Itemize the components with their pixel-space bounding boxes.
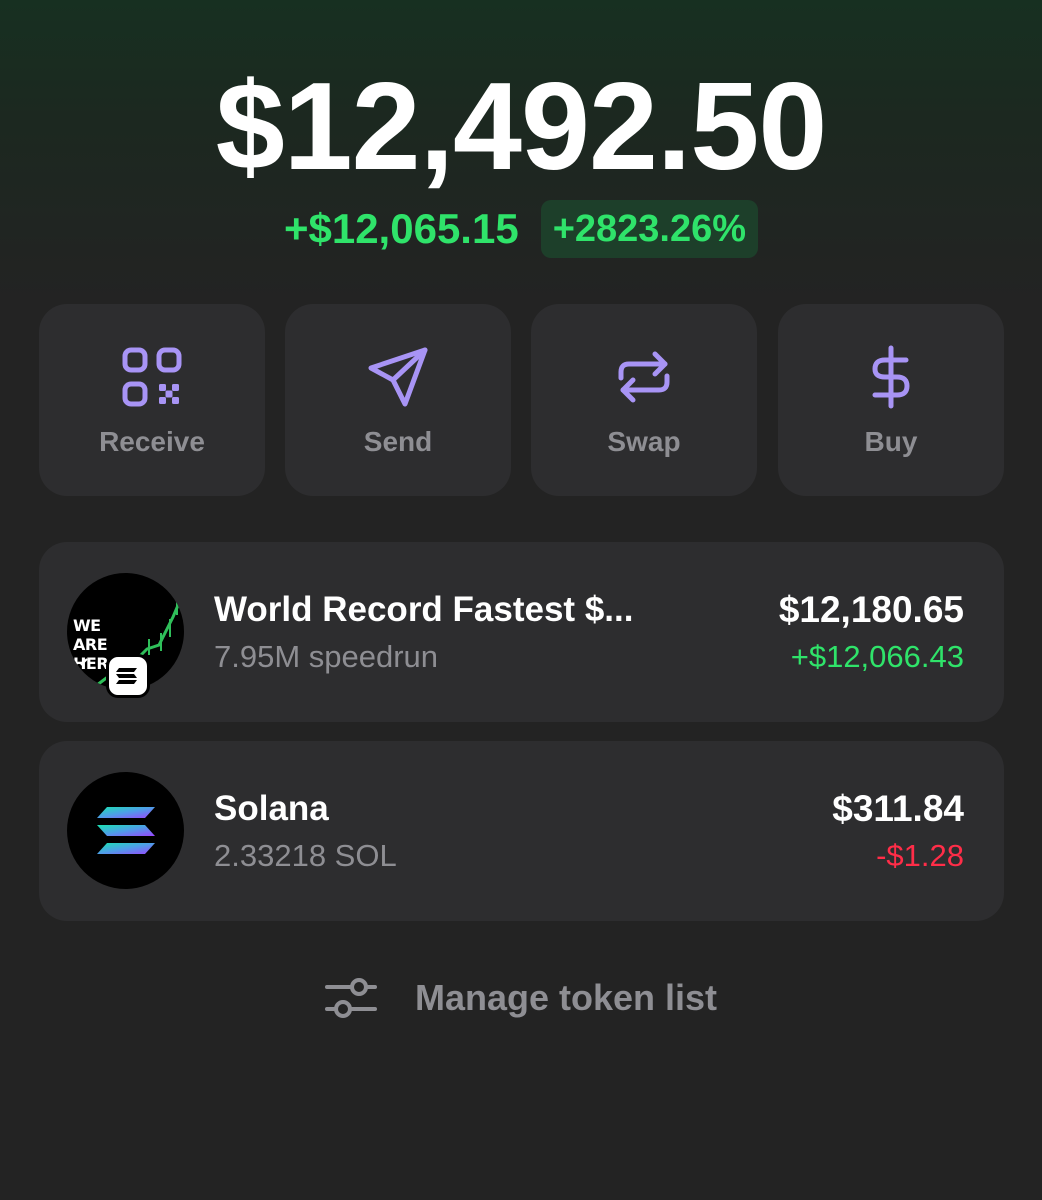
- solana-chain-badge-icon: [106, 654, 150, 698]
- send-label: Send: [363, 426, 433, 457]
- portfolio-change: +$12,065.15 +2823.26%: [0, 200, 1042, 258]
- solana-logo-icon: [67, 772, 184, 889]
- portfolio-change-percent: +2823.26%: [540, 200, 759, 258]
- token-delta: -$1.28: [876, 838, 964, 873]
- action-buttons: Receive Send Swap Buy: [39, 304, 1004, 496]
- token-name: World Record Fastest $...: [214, 590, 634, 629]
- token-row-speedrun[interactable]: WE ARE HERE World Record Fastest $... 7.…: [39, 542, 1004, 722]
- token-delta: +$12,066.43: [790, 639, 964, 674]
- swap-button[interactable]: Swap: [531, 304, 757, 496]
- qr-code-icon: [122, 347, 182, 407]
- send-arrow-icon: [368, 347, 428, 407]
- buy-button[interactable]: Buy: [778, 304, 1004, 496]
- portfolio-change-amount: +$12,065.15: [283, 205, 519, 252]
- receive-label: Receive: [99, 426, 205, 457]
- dollar-icon: [872, 345, 910, 409]
- receive-button[interactable]: Receive: [39, 304, 265, 496]
- portfolio-balance: $12,492.50: [215, 58, 828, 196]
- send-button[interactable]: Send: [285, 304, 511, 496]
- sliders-icon: [324, 978, 377, 1018]
- manage-token-list-button[interactable]: Manage token list: [0, 970, 1042, 1026]
- token-name: Solana: [214, 789, 329, 828]
- token-amount: 2.33218 SOL: [214, 838, 397, 873]
- token-row-solana[interactable]: Solana 2.33218 SOL $311.84 -$1.28: [39, 741, 1004, 921]
- swap-arrows-icon: [618, 351, 670, 403]
- token-amount: 7.95M speedrun: [214, 639, 439, 674]
- token-value: $12,180.65: [778, 589, 964, 630]
- swap-label: Swap: [607, 426, 681, 457]
- token-value: $311.84: [832, 788, 964, 829]
- buy-label: Buy: [864, 426, 918, 457]
- manage-token-list-label: Manage token list: [414, 977, 718, 1018]
